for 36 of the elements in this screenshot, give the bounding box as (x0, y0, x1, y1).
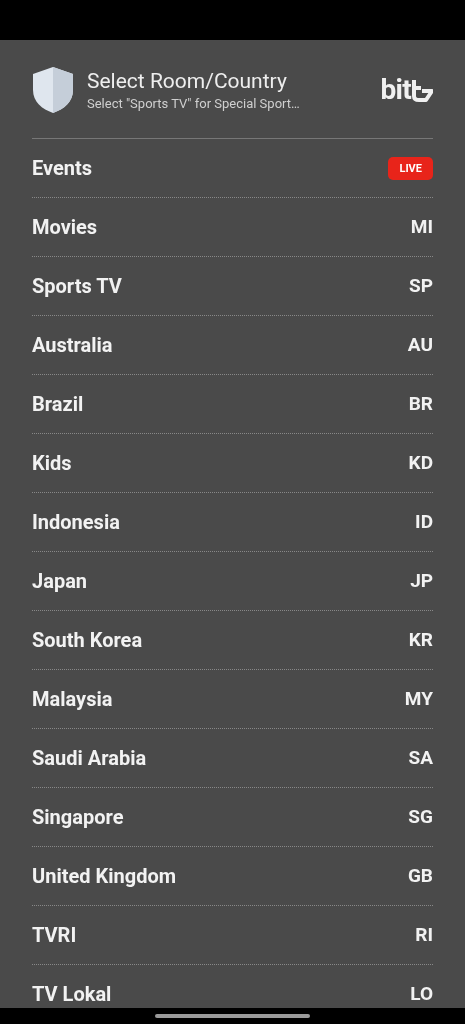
room-code: AU (407, 331, 433, 358)
room-code: KR (408, 626, 433, 653)
room-code: MY (404, 685, 433, 712)
dialog-title: Select Room/Country (87, 68, 288, 95)
room-label[interactable]: TVRI (32, 920, 77, 950)
tv-logo-icon (411, 78, 433, 102)
room-code: GB (407, 862, 433, 889)
room-label[interactable]: United Kingdom (32, 861, 176, 891)
room-label[interactable]: Japan (32, 566, 88, 596)
room-code: MI (410, 213, 433, 240)
room-label[interactable]: Movies (32, 212, 98, 242)
room-code: LO (410, 980, 433, 1007)
shield-icon (32, 66, 74, 114)
room-code: SP (409, 272, 433, 299)
room-code: ID (415, 508, 433, 535)
room-label[interactable]: Saudi Arabia (32, 743, 147, 773)
logo-text: bit (380, 76, 411, 104)
room-label[interactable]: Sports TV (32, 271, 122, 301)
live-badge: LIVE (388, 156, 433, 180)
room-label[interactable]: Indonesia (32, 507, 120, 537)
room-code: SA (408, 744, 433, 771)
room-label[interactable]: South Korea (32, 625, 143, 655)
room-label[interactable]: Events (32, 153, 93, 183)
room-label[interactable]: Malaysia (32, 684, 113, 714)
room-label[interactable]: TV Lokal (32, 979, 112, 1008)
room-label[interactable]: Kids (32, 448, 72, 478)
room-code: JP (410, 567, 433, 594)
room-label[interactable]: Singapore (32, 802, 124, 832)
room-label[interactable]: Brazil (32, 389, 84, 419)
home-indicator[interactable] (155, 1014, 310, 1018)
room-code: KD (408, 449, 433, 476)
room-code: RI (415, 921, 433, 948)
room-label[interactable]: Australia (32, 330, 113, 360)
room-code: SG (408, 803, 433, 830)
dialog-subtitle: Select "Sports TV" for Special Sport… (87, 95, 301, 113)
room-code: BR (408, 390, 433, 417)
